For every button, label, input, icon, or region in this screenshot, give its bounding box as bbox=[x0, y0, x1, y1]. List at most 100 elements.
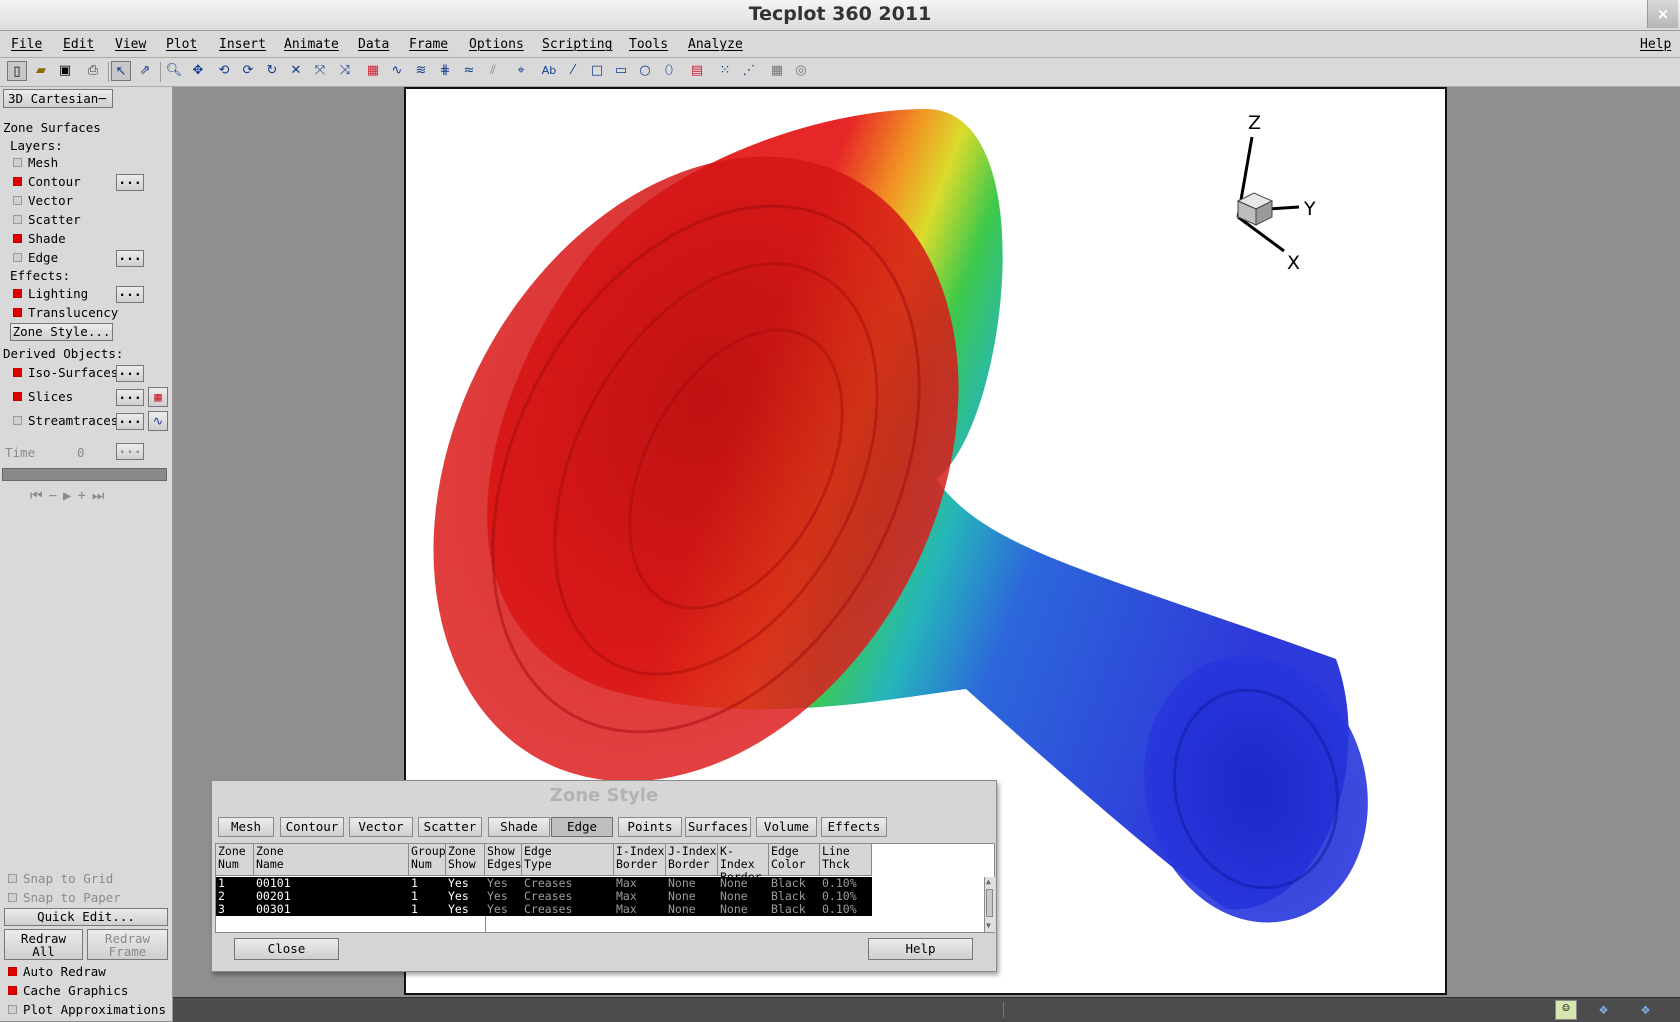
rotate-xy-icon[interactable]: ⤧ bbox=[310, 61, 330, 81]
col-edge-type[interactable]: Edge Type bbox=[522, 844, 614, 876]
layer-scatter-checkbox[interactable] bbox=[13, 215, 22, 224]
polyline-icon[interactable]: ⁄ bbox=[563, 61, 583, 81]
help-button[interactable]: Help bbox=[868, 938, 973, 960]
last-step-icon[interactable]: ⏭ bbox=[92, 488, 111, 504]
ellipse-tool-icon[interactable]: ⬯ bbox=[659, 61, 679, 81]
col-line-thickness[interactable]: Line Thck bbox=[820, 844, 872, 876]
menu-edit[interactable]: Edit bbox=[63, 37, 94, 52]
first-step-icon[interactable]: ⏮ bbox=[30, 488, 49, 504]
probe-icon[interactable]: ⌖ bbox=[511, 61, 531, 81]
selector-arrow-icon[interactable]: ↖ bbox=[111, 61, 131, 81]
rotate-x-icon[interactable]: ✕ bbox=[286, 61, 306, 81]
cell-group-num[interactable]: 1 bbox=[409, 903, 446, 916]
slice-tool-icon[interactable]: ▦ bbox=[148, 387, 168, 407]
isosurface-icon[interactable]: ≈ bbox=[459, 61, 479, 81]
cell-line-thickness[interactable]: 0.10% bbox=[820, 903, 872, 916]
cell-show-edges[interactable]: Yes bbox=[485, 903, 522, 916]
menu-file[interactable]: File bbox=[11, 37, 42, 52]
close-button[interactable]: Close bbox=[234, 938, 339, 960]
menu-tools[interactable]: Tools bbox=[629, 37, 668, 52]
cell-zone-show[interactable]: Yes bbox=[446, 903, 485, 916]
square-tool-icon[interactable]: □ bbox=[587, 61, 607, 81]
col-show-edges[interactable]: Show Edges bbox=[485, 844, 522, 876]
isosurfaces-checkbox[interactable] bbox=[13, 368, 22, 377]
auto-redraw-checkbox[interactable] bbox=[8, 967, 17, 976]
slices-checkbox[interactable] bbox=[13, 392, 22, 401]
cell-zone-name[interactable]: 00301 bbox=[254, 903, 409, 916]
cell-k-border[interactable]: None bbox=[718, 903, 769, 916]
scroll-up-icon[interactable]: ▲ bbox=[986, 878, 993, 886]
menu-help[interactable]: Help bbox=[1640, 37, 1671, 52]
tray-dropbox-icon[interactable]: ❖ bbox=[1599, 1000, 1608, 1018]
tab-scatter[interactable]: Scatter bbox=[418, 817, 482, 837]
menu-insert[interactable]: Insert bbox=[219, 37, 266, 52]
snap-to-paper-checkbox[interactable] bbox=[8, 893, 17, 902]
new-file-icon[interactable]: ▯ bbox=[7, 61, 27, 81]
streamtrace-icon[interactable]: ∿ bbox=[387, 61, 407, 81]
zone-effects-icon[interactable]: ⫽ bbox=[483, 61, 503, 81]
time-details-button[interactable]: ... bbox=[116, 443, 144, 460]
grid-icon[interactable]: ▦ bbox=[767, 61, 787, 81]
plot-approximations-checkbox[interactable] bbox=[8, 1005, 17, 1014]
translate-icon[interactable]: ✥ bbox=[188, 61, 208, 81]
menu-frame[interactable]: Frame bbox=[409, 37, 448, 52]
col-zone-name[interactable]: Zone Name bbox=[254, 844, 409, 876]
tab-surfaces[interactable]: Surfaces bbox=[685, 817, 751, 837]
col-j-index-border[interactable]: J-Index Border bbox=[666, 844, 718, 876]
menu-animate[interactable]: Animate bbox=[284, 37, 339, 52]
target-icon[interactable]: ◎ bbox=[791, 61, 811, 81]
scroll-down-icon[interactable]: ▼ bbox=[986, 922, 993, 930]
rake-icon[interactable]: ≋ bbox=[411, 61, 431, 81]
contour-probe-icon[interactable]: ▦ bbox=[363, 61, 383, 81]
print-icon[interactable]: ⎙ bbox=[83, 61, 103, 81]
col-zone-num[interactable]: Zone Num bbox=[216, 844, 254, 876]
col-group-num[interactable]: Group Num bbox=[409, 844, 446, 876]
tab-edge[interactable]: Edge bbox=[551, 817, 613, 837]
layer-vector-checkbox[interactable] bbox=[13, 196, 22, 205]
layer-contour-checkbox[interactable] bbox=[13, 177, 22, 186]
save-icon[interactable]: ▣ bbox=[55, 61, 75, 81]
quick-edit-button[interactable]: Quick Edit... bbox=[4, 908, 168, 926]
rotate-spherical-icon[interactable]: ⟲ bbox=[214, 61, 234, 81]
open-folder-icon[interactable]: ▰ bbox=[31, 61, 51, 81]
menu-options[interactable]: Options bbox=[469, 37, 524, 52]
menu-view[interactable]: View bbox=[115, 37, 146, 52]
effect-lighting-checkbox[interactable] bbox=[13, 289, 22, 298]
col-i-index-border[interactable]: I-Index Border bbox=[614, 844, 666, 876]
tray-app-icon[interactable]: ☺ bbox=[1555, 1000, 1577, 1020]
rotate-about-axis-icon[interactable]: ⤨ bbox=[335, 61, 355, 81]
tab-points[interactable]: Points bbox=[618, 817, 682, 837]
rotate-rollerball-icon[interactable]: ⟳ bbox=[238, 61, 258, 81]
layer-mesh-checkbox[interactable] bbox=[13, 158, 22, 167]
layer-edge-checkbox[interactable] bbox=[13, 253, 22, 262]
streamtraces-checkbox[interactable] bbox=[13, 416, 22, 425]
table-scrollbar[interactable]: ▲ ▼ bbox=[984, 877, 995, 932]
cache-graphics-checkbox[interactable] bbox=[8, 986, 17, 995]
isosurfaces-details-button[interactable]: ... bbox=[116, 365, 144, 382]
adjustor-icon[interactable]: ⇗ bbox=[135, 61, 155, 81]
tab-vector[interactable]: Vector bbox=[349, 817, 413, 837]
tab-effects[interactable]: Effects bbox=[821, 817, 887, 837]
window-close-button[interactable]: × bbox=[1647, 0, 1678, 28]
menu-plot[interactable]: Plot bbox=[166, 37, 197, 52]
col-zone-show[interactable]: Zone Show bbox=[446, 844, 485, 876]
layer-shade-checkbox[interactable] bbox=[13, 234, 22, 243]
rectangle-tool-icon[interactable]: ▭ bbox=[611, 61, 631, 81]
tab-contour[interactable]: Contour bbox=[280, 817, 344, 837]
tab-shade[interactable]: Shade bbox=[488, 817, 550, 837]
scroll-thumb[interactable] bbox=[986, 889, 993, 917]
polyline-points-icon[interactable]: ⋰ bbox=[739, 61, 759, 81]
col-edge-color[interactable]: Edge Color bbox=[769, 844, 820, 876]
tray-sync-icon[interactable]: ❖ bbox=[1641, 1000, 1650, 1018]
cell-j-border[interactable]: None bbox=[666, 903, 718, 916]
redraw-frame-button[interactable]: Redraw Frame bbox=[87, 929, 168, 960]
cell-edge-color[interactable]: Black bbox=[769, 903, 820, 916]
contour-details-button[interactable]: ... bbox=[116, 174, 144, 191]
lighting-details-button[interactable]: ... bbox=[116, 286, 144, 303]
tab-mesh[interactable]: Mesh bbox=[218, 817, 274, 837]
cell-edge-type[interactable]: Creases bbox=[522, 903, 614, 916]
time-slider[interactable] bbox=[2, 468, 167, 481]
cell-zone-num[interactable]: 3 bbox=[216, 903, 254, 916]
tab-volume[interactable]: Volume bbox=[756, 817, 817, 837]
edge-details-button[interactable]: ... bbox=[116, 250, 144, 267]
